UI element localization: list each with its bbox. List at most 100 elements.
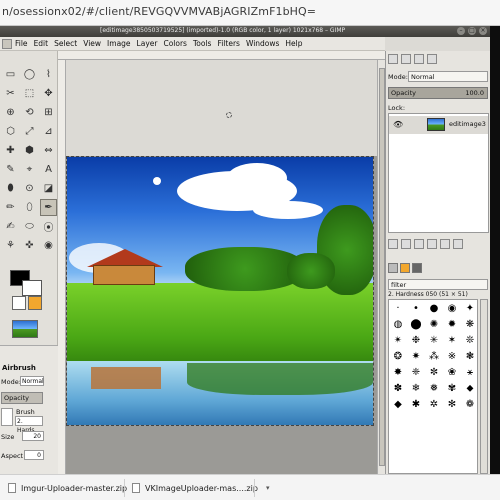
brush-cell[interactable]: ✸ <box>389 364 407 380</box>
brush-cell[interactable]: ✻ <box>443 396 461 412</box>
menu-filters[interactable]: Filters <box>217 39 239 48</box>
brush-cell[interactable]: ✦ <box>461 300 479 316</box>
tool-button[interactable]: ◪ <box>40 180 57 197</box>
pattern-preview[interactable] <box>28 296 42 310</box>
brush-cell[interactable]: ❄ <box>407 380 425 396</box>
background-color[interactable] <box>22 280 42 296</box>
paths-tab-icon[interactable] <box>414 54 424 64</box>
brush-preview[interactable] <box>12 296 26 310</box>
brush-cell[interactable]: ❂ <box>389 348 407 364</box>
active-image-thumbnail[interactable] <box>12 320 38 338</box>
layer-mode-select[interactable]: Normal <box>408 71 488 82</box>
maximize-button[interactable]: □ <box>468 27 476 35</box>
tool-button[interactable]: ⊞ <box>40 104 57 121</box>
tool-button[interactable]: A <box>40 161 57 178</box>
anchor-layer-button[interactable] <box>440 239 450 249</box>
tool-button[interactable]: ⬡ <box>2 123 19 140</box>
brush-cell[interactable]: ✽ <box>389 380 407 396</box>
brush-cell[interactable]: ⬥ <box>461 380 479 396</box>
menu-windows[interactable]: Windows <box>246 39 279 48</box>
delete-layer-button[interactable] <box>453 239 463 249</box>
brush-cell[interactable]: ❊ <box>461 332 479 348</box>
brush-cell[interactable]: ⚹ <box>461 364 479 380</box>
tool-button[interactable]: ⊕ <box>2 104 19 121</box>
brush-cell[interactable]: ⁂ <box>425 348 443 364</box>
undo-tab-icon[interactable] <box>427 54 437 64</box>
brush-cell[interactable]: ✲ <box>425 396 443 412</box>
download-item[interactable]: VKImageUploader-mas....zip ▾ <box>132 480 269 496</box>
brush-cell[interactable]: ◆ <box>389 396 407 412</box>
brush-scrollbar[interactable] <box>480 299 488 474</box>
vertical-ruler[interactable] <box>58 60 66 474</box>
menu-select[interactable]: Select <box>54 39 77 48</box>
lower-layer-button[interactable] <box>414 239 424 249</box>
canvas-vertical-scrollbar[interactable] <box>377 60 385 474</box>
brush-cell[interactable]: ◉ <box>443 300 461 316</box>
download-item[interactable]: Imgur-Uploader-master.zip ▾ <box>8 480 139 496</box>
tool-button[interactable]: ✥ <box>40 85 57 102</box>
tool-button[interactable]: ⟲ <box>21 104 38 121</box>
tool-button[interactable]: ◉ <box>40 237 57 254</box>
brush-cell[interactable]: ❉ <box>407 332 425 348</box>
channels-tab-icon[interactable] <box>401 54 411 64</box>
brush-select[interactable]: 2. Hards <box>15 416 43 434</box>
app-menu-icon[interactable] <box>2 38 12 49</box>
tool-button[interactable]: ✎ <box>2 161 19 178</box>
brush-icon[interactable] <box>1 408 13 426</box>
tool-button[interactable]: ✏ <box>2 199 19 216</box>
brush-cell[interactable]: ✴ <box>389 332 407 348</box>
tool-button[interactable]: ⬯ <box>21 199 38 216</box>
tool-button[interactable]: ⇔ <box>40 142 57 159</box>
brushes-tab-icon[interactable] <box>388 263 398 273</box>
raise-layer-button[interactable] <box>401 239 411 249</box>
download-filename[interactable]: Imgur-Uploader-master.zip <box>21 484 127 493</box>
tool-opacity-slider[interactable]: Opacity <box>1 392 43 404</box>
brush-cell[interactable]: ● <box>425 300 443 316</box>
close-button[interactable]: × <box>479 27 487 35</box>
patterns-tab-icon[interactable] <box>400 263 410 273</box>
tool-button[interactable]: ✍ <box>2 218 19 235</box>
minimize-button[interactable]: – <box>457 27 465 35</box>
tool-button[interactable]: ⌖ <box>21 161 38 178</box>
tool-button[interactable]: ⬚ <box>21 85 38 102</box>
menu-tools[interactable]: Tools <box>193 39 211 48</box>
brush-cell[interactable]: ✼ <box>425 364 443 380</box>
brush-cell[interactable]: ❀ <box>443 364 461 380</box>
tool-button[interactable]: ▭ <box>2 66 19 83</box>
menu-image[interactable]: Image <box>107 39 131 48</box>
brush-cell[interactable]: · <box>389 300 407 316</box>
brush-cell[interactable]: ◍ <box>389 316 407 332</box>
menu-file[interactable]: File <box>15 39 28 48</box>
image-canvas[interactable] <box>66 156 374 426</box>
brush-cell[interactable]: ✷ <box>407 348 425 364</box>
brush-cell[interactable]: ❃ <box>461 348 479 364</box>
layer-opacity-slider[interactable]: Opacity 100.0 <box>388 87 488 99</box>
layer-name[interactable]: editimage3 <box>449 120 486 128</box>
tool-button[interactable]: ⬭ <box>21 218 38 235</box>
brush-cell[interactable]: ❁ <box>461 396 479 412</box>
chevron-down-icon[interactable]: ▾ <box>266 484 270 492</box>
layer-row[interactable]: 👁 editimage3 <box>389 116 488 134</box>
brush-filter-input[interactable]: filter <box>388 279 488 290</box>
menu-view[interactable]: View <box>83 39 101 48</box>
new-layer-button[interactable] <box>388 239 398 249</box>
brush-cell[interactable]: ✾ <box>443 380 461 396</box>
horizontal-ruler[interactable] <box>58 51 385 60</box>
tool-mode-select[interactable]: Normal <box>20 376 44 386</box>
brush-cell[interactable]: ✹ <box>443 316 461 332</box>
tool-button[interactable]: ✂ <box>2 85 19 102</box>
aspect-field[interactable]: 0 <box>24 450 44 460</box>
brush-cell[interactable]: ✺ <box>425 316 443 332</box>
browser-url-bar[interactable]: n/osessionx02/#/client/REVGQVVMVABjAGRIZ… <box>0 0 500 26</box>
tool-button[interactable]: ⬮ <box>2 180 19 197</box>
tool-button[interactable]: ✜ <box>21 237 38 254</box>
brush-cell[interactable]: ⬤ <box>407 316 425 332</box>
size-field[interactable]: 20 <box>22 431 44 441</box>
tool-button[interactable]: ⦿ <box>40 218 57 235</box>
menu-help[interactable]: Help <box>285 39 302 48</box>
brush-cell[interactable]: ✶ <box>443 332 461 348</box>
brush-cell[interactable]: ✱ <box>407 396 425 412</box>
eye-icon[interactable]: 👁 <box>393 120 403 129</box>
tool-button[interactable]: ⊙ <box>21 180 38 197</box>
menu-edit[interactable]: Edit <box>34 39 49 48</box>
